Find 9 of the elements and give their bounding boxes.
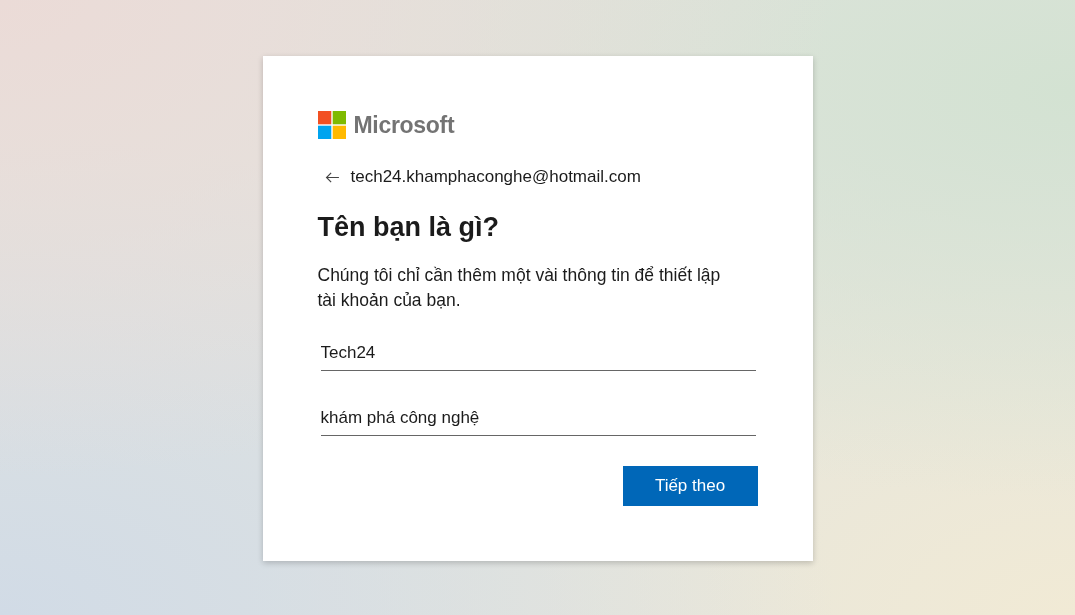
logo-wordmark: Microsoft [353,111,455,139]
account-email: tech24.khamphaconghe@hotmail.com [350,166,641,188]
next-button[interactable]: Tiếp theo [622,466,758,506]
name-input-field[interactable]: khám phá công nghệ [320,400,756,436]
name-input-field[interactable]: Tech24 [320,335,756,371]
page-heading: Tên bạn là gì? [317,211,500,244]
back-arrow-icon[interactable] [324,171,340,183]
four-squares-logo-icon [317,111,346,139]
description-text: Chúng tôi chỉ cần thêm một vài thông tin để thiết lập tài khoản của bạn. [317,264,722,312]
